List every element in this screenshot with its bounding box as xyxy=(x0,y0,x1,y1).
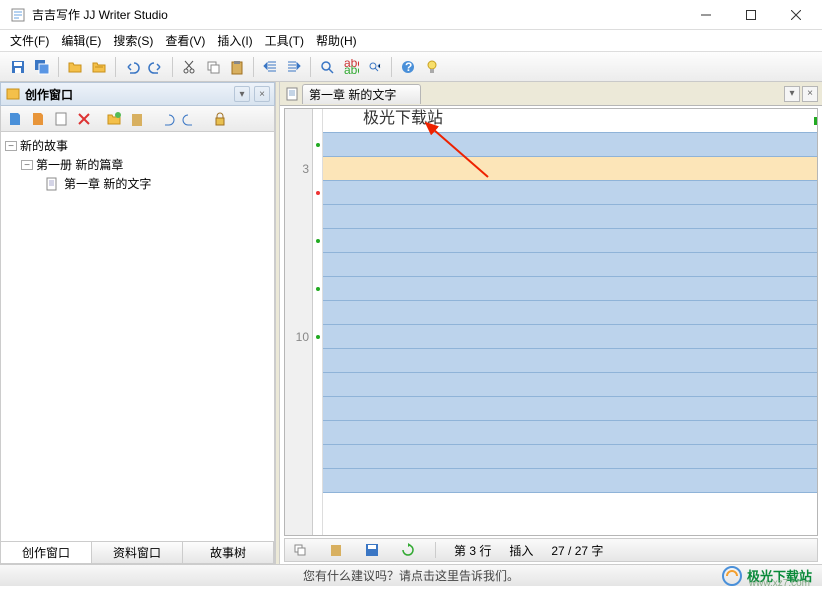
open-folder-icon[interactable] xyxy=(64,56,86,78)
status-chars: 27 / 27 字 xyxy=(551,542,603,559)
menu-tools[interactable]: 工具(T) xyxy=(259,30,310,51)
menu-help[interactable]: 帮助(H) xyxy=(310,30,363,51)
toolbar-separator xyxy=(391,57,392,77)
maximize-button[interactable] xyxy=(728,1,773,29)
replace-icon[interactable]: abcabc xyxy=(340,56,362,78)
save-icon[interactable] xyxy=(7,56,29,78)
copy-icon[interactable] xyxy=(202,56,224,78)
book-orange-icon[interactable] xyxy=(28,109,48,129)
tree-root[interactable]: − 新的故事 xyxy=(3,136,272,155)
paste-folder-icon[interactable] xyxy=(127,109,147,129)
panel-icon xyxy=(5,86,21,102)
document-tab-label: 第一章 新的文字 xyxy=(309,86,396,103)
tree-root-label: 新的故事 xyxy=(20,137,68,154)
minimize-button[interactable] xyxy=(683,1,728,29)
side-panel: 创作窗口 ▾ × − 新的故事 − 第一册 新的 xyxy=(0,82,275,564)
text-editor[interactable]: 极光下载站 xyxy=(323,109,817,535)
book-blue-icon[interactable] xyxy=(5,109,25,129)
menu-bar: 文件(F) 编辑(E) 搜索(S) 查看(V) 插入(I) 工具(T) 帮助(H… xyxy=(0,30,822,52)
menu-search[interactable]: 搜索(S) xyxy=(107,30,159,51)
add-folder-icon[interactable] xyxy=(104,109,124,129)
side-panel-title: 创作窗口 xyxy=(25,86,73,103)
status-save-icon[interactable] xyxy=(363,541,381,559)
lock-icon[interactable] xyxy=(210,109,230,129)
line-number-3: 3 xyxy=(285,157,312,181)
tip-icon[interactable] xyxy=(421,56,443,78)
side-tabs: 创作窗口 资料窗口 故事树 xyxy=(0,542,275,564)
window-controls xyxy=(683,1,818,29)
window-title: 吉吉写作 JJ Writer Studio xyxy=(32,6,683,23)
help-icon[interactable]: ? xyxy=(397,56,419,78)
status-bar: 您有什么建议吗？请点击这里告诉我们。 极光下载站 www.xz7.com xyxy=(0,564,822,586)
toolbar-separator xyxy=(310,57,311,77)
svg-text:?: ? xyxy=(405,60,412,74)
expand-icon[interactable]: − xyxy=(21,160,33,170)
panel-close-icon[interactable]: × xyxy=(254,86,270,102)
toolbar-separator xyxy=(58,57,59,77)
menu-view[interactable]: 查看(V) xyxy=(159,30,211,51)
status-refresh-icon[interactable] xyxy=(399,541,417,559)
page-icon xyxy=(45,177,61,191)
main-toolbar: abcabc ? xyxy=(0,52,822,82)
tab-close-icon[interactable]: × xyxy=(802,86,818,102)
tree-book[interactable]: − 第一册 新的篇章 xyxy=(3,155,272,174)
brand-watermark: 极光下载站 www.xz7.com xyxy=(721,565,812,587)
tab-compose[interactable]: 创作窗口 xyxy=(1,542,92,563)
svg-text:abc: abc xyxy=(344,63,359,75)
indent-right-icon[interactable] xyxy=(283,56,305,78)
tree-chapter[interactable]: 第一章 新的文字 xyxy=(3,174,272,193)
cut-icon[interactable] xyxy=(178,56,200,78)
page-icon[interactable] xyxy=(51,109,71,129)
document-tab[interactable]: 第一章 新的文字 xyxy=(302,84,421,104)
find-icon[interactable] xyxy=(316,56,338,78)
redo-side-icon[interactable] xyxy=(180,109,200,129)
status-copy-icon[interactable] xyxy=(291,541,309,559)
find-next-icon[interactable] xyxy=(364,56,386,78)
tab-storytree[interactable]: 故事树 xyxy=(183,542,274,563)
margin-column xyxy=(313,109,323,535)
brand-url: www.xz7.com xyxy=(749,578,810,589)
menu-file[interactable]: 文件(F) xyxy=(4,30,55,51)
folder-icon[interactable] xyxy=(88,56,110,78)
redo-icon[interactable] xyxy=(145,56,167,78)
story-tree[interactable]: − 新的故事 − 第一册 新的篇章 第一章 新的文字 xyxy=(0,132,275,542)
tree-chapter-label: 第一章 新的文字 xyxy=(64,175,151,192)
editor-wrap: 3 10 极光下载站 xyxy=(284,108,818,536)
tab-resource[interactable]: 资料窗口 xyxy=(92,542,183,563)
editor-status-bar: 第 3 行 插入 27 / 27 字 xyxy=(284,538,818,562)
expand-icon[interactable]: − xyxy=(5,141,17,151)
paste-icon[interactable] xyxy=(226,56,248,78)
menu-edit[interactable]: 编辑(E) xyxy=(55,30,107,51)
undo-side-icon[interactable] xyxy=(157,109,177,129)
status-line: 第 3 行 xyxy=(454,542,491,559)
title-bar: 吉吉写作 JJ Writer Studio xyxy=(0,0,822,30)
brand-logo-icon xyxy=(721,565,743,587)
undo-icon[interactable] xyxy=(121,56,143,78)
doc-tab-icon xyxy=(284,86,300,102)
document-tab-bar: 第一章 新的文字 ▾ × xyxy=(280,82,822,106)
delete-red-icon[interactable] xyxy=(74,109,94,129)
line-number-10: 10 xyxy=(285,325,312,349)
editor-line-1: 极光下载站 xyxy=(323,109,817,129)
toolbar-separator xyxy=(172,57,173,77)
side-toolbar xyxy=(0,106,275,132)
app-icon xyxy=(10,7,26,23)
toolbar-separator xyxy=(253,57,254,77)
menu-insert[interactable]: 插入(I) xyxy=(211,30,258,51)
panel-dropdown-icon[interactable]: ▾ xyxy=(234,86,250,102)
indent-left-icon[interactable] xyxy=(259,56,281,78)
status-mode: 插入 xyxy=(509,542,533,559)
save-all-icon[interactable] xyxy=(31,56,53,78)
side-panel-header: 创作窗口 ▾ × xyxy=(0,82,275,106)
status-tip[interactable]: 您有什么建议吗？请点击这里告诉我们。 xyxy=(303,567,519,584)
close-button[interactable] xyxy=(773,1,818,29)
line-gutter: 3 10 xyxy=(285,109,313,535)
toolbar-separator xyxy=(115,57,116,77)
tree-book-label: 第一册 新的篇章 xyxy=(36,156,123,173)
status-paste-icon[interactable] xyxy=(327,541,345,559)
tab-dropdown-icon[interactable]: ▾ xyxy=(784,86,800,102)
editor-area: 第一章 新的文字 ▾ × 3 10 xyxy=(280,82,822,564)
workspace: 创作窗口 ▾ × − 新的故事 − 第一册 新的 xyxy=(0,82,822,564)
